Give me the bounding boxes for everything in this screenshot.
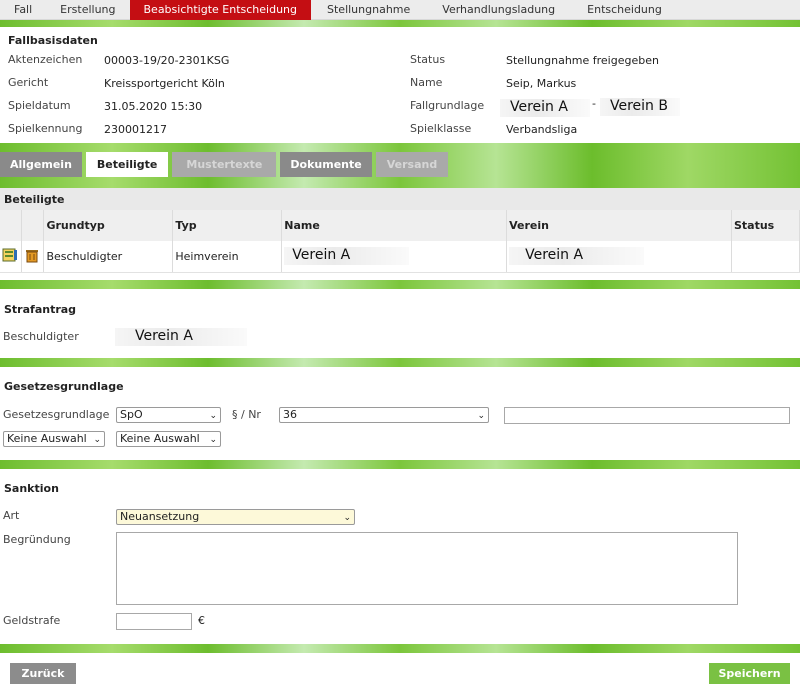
auswahl-select-1[interactable]: Keine Auswahl ⌄: [3, 431, 105, 447]
paragraph-label: § / Nr: [232, 408, 261, 421]
fallgrundlage-label: Fallgrundlage: [410, 99, 485, 112]
geldstrafe-label: Geldstrafe: [3, 614, 61, 627]
case-step-tabs: Fall Erstellung Beabsichtigte Entscheidu…: [0, 0, 800, 20]
divider-band: [0, 644, 800, 653]
beteiligte-header-bar: [0, 188, 800, 210]
art-select[interactable]: Neuansetzung ⌄: [116, 509, 355, 525]
auswahl-select-2-value: Keine Auswahl: [120, 432, 200, 445]
begruendung-textarea[interactable]: [116, 532, 738, 605]
table-row: Beschuldigter Heimverein Verein A Verein…: [0, 241, 800, 273]
spielkennung-label: Spielkennung: [8, 122, 83, 135]
spielkennung-value: 230001217: [104, 123, 167, 136]
name-value: Seip, Markus: [506, 77, 577, 90]
cell-status: [731, 241, 800, 273]
cell-name: Verein A: [281, 241, 508, 273]
paragraph-detail-input[interactable]: [504, 407, 790, 424]
column-header-grundtyp[interactable]: Grundtyp: [43, 210, 174, 241]
chevron-down-icon: ⌄: [93, 435, 101, 445]
chevron-down-icon: ⌄: [209, 435, 217, 445]
detail-tabs: Allgemein Beteiligte Mustertexte Dokumen…: [0, 152, 452, 177]
begruendung-label: Begründung: [3, 533, 71, 546]
divider-band: [0, 358, 800, 367]
delete-cell: [21, 241, 45, 273]
icon-column-header: [0, 210, 23, 241]
tabbar-filler: [678, 0, 800, 19]
edit-icon[interactable]: [2, 247, 18, 263]
gesetzesgrundlage-title: Gesetzesgrundlage: [4, 380, 124, 393]
beschuldigter-label: Beschuldigter: [3, 330, 79, 343]
paragraph-select-value: 36: [283, 408, 297, 421]
header-band: [0, 20, 800, 27]
cell-typ: Heimverein: [172, 241, 283, 273]
beschuldigter-value: Verein A: [115, 328, 247, 346]
status-label: Status: [410, 53, 446, 66]
spielklasse-label: Spielklasse: [410, 122, 472, 135]
subtab-beteiligte[interactable]: Beteiligte: [85, 152, 169, 177]
fallgrundlage-team-b: Verein B: [600, 98, 680, 116]
divider-band: [0, 280, 800, 289]
chevron-down-icon: ⌄: [477, 411, 485, 421]
divider-band: [0, 460, 800, 469]
spieldatum-value: 31.05.2020 15:30: [104, 100, 203, 113]
back-button[interactable]: Zurück: [10, 663, 76, 684]
column-header-status[interactable]: Status: [731, 210, 800, 241]
column-header-name[interactable]: Name: [281, 210, 508, 241]
subtab-allgemein[interactable]: Allgemein: [0, 152, 82, 177]
save-button[interactable]: Speichern: [709, 663, 790, 684]
gericht-label: Gericht: [8, 76, 49, 89]
geldstrafe-input[interactable]: [116, 613, 192, 630]
icon-column-header: [21, 210, 45, 241]
trash-icon[interactable]: [24, 247, 40, 263]
fallgrundlage-team-a: Verein A: [500, 99, 590, 117]
gesetzesgrundlage-select-value: SpO: [120, 408, 143, 421]
column-header-typ[interactable]: Typ: [172, 210, 283, 241]
aktenzeichen-label: Aktenzeichen: [8, 53, 83, 66]
subtab-dokumente[interactable]: Dokumente: [280, 152, 372, 177]
gesetzesgrundlage-label: Gesetzesgrundlage: [3, 408, 110, 421]
currency-symbol: €: [198, 614, 205, 627]
beteiligte-table: Grundtyp Typ Name Verein Status Beschuld…: [0, 210, 800, 273]
verein-value: Verein A: [509, 247, 645, 266]
beteiligte-title: Beteiligte: [4, 193, 65, 206]
table-header-row: Grundtyp Typ Name Verein Status: [0, 210, 800, 241]
chevron-down-icon: ⌄: [343, 513, 351, 523]
art-select-value: Neuansetzung: [120, 510, 200, 523]
name-value: Verein A: [284, 247, 410, 266]
auswahl-select-1-value: Keine Auswahl: [7, 432, 87, 445]
subtab-versand: Versand: [375, 152, 449, 177]
subtab-mustertexte: Mustertexte: [172, 152, 277, 177]
sanktion-title: Sanktion: [4, 482, 59, 495]
tab-beabsichtigte-entscheidung[interactable]: Beabsichtigte Entscheidung: [129, 0, 311, 20]
fallbasisdaten-title: Fallbasisdaten: [8, 34, 98, 47]
tab-verhandlungsladung[interactable]: Verhandlungsladung: [426, 0, 571, 20]
status-value: Stellungnahme freigegeben: [506, 54, 659, 67]
cell-verein: Verein A: [506, 241, 732, 273]
aktenzeichen-value: 00003-19/20-2301KSG: [104, 54, 230, 67]
edit-cell: [0, 241, 23, 273]
gesetzesgrundlage-select[interactable]: SpO ⌄: [116, 407, 221, 423]
column-header-verein[interactable]: Verein: [506, 210, 732, 241]
strafantrag-title: Strafantrag: [4, 303, 77, 316]
spieldatum-label: Spieldatum: [8, 99, 71, 112]
paragraph-select[interactable]: 36 ⌄: [279, 407, 489, 423]
chevron-down-icon: ⌄: [209, 411, 217, 421]
name-label: Name: [410, 76, 443, 89]
tab-entscheidung[interactable]: Entscheidung: [571, 0, 678, 20]
spielklasse-value: Verbandsliga: [506, 123, 578, 136]
gericht-value: Kreissportgericht Köln: [104, 77, 225, 90]
tab-fall[interactable]: Fall: [0, 0, 46, 20]
auswahl-select-2[interactable]: Keine Auswahl ⌄: [116, 431, 221, 447]
fallgrundlage-separator: -: [592, 97, 596, 110]
tab-stellungnahme[interactable]: Stellungnahme: [311, 0, 426, 20]
cell-grundtyp: Beschuldigter: [43, 241, 174, 273]
art-label: Art: [3, 509, 20, 522]
tab-erstellung[interactable]: Erstellung: [46, 0, 129, 20]
